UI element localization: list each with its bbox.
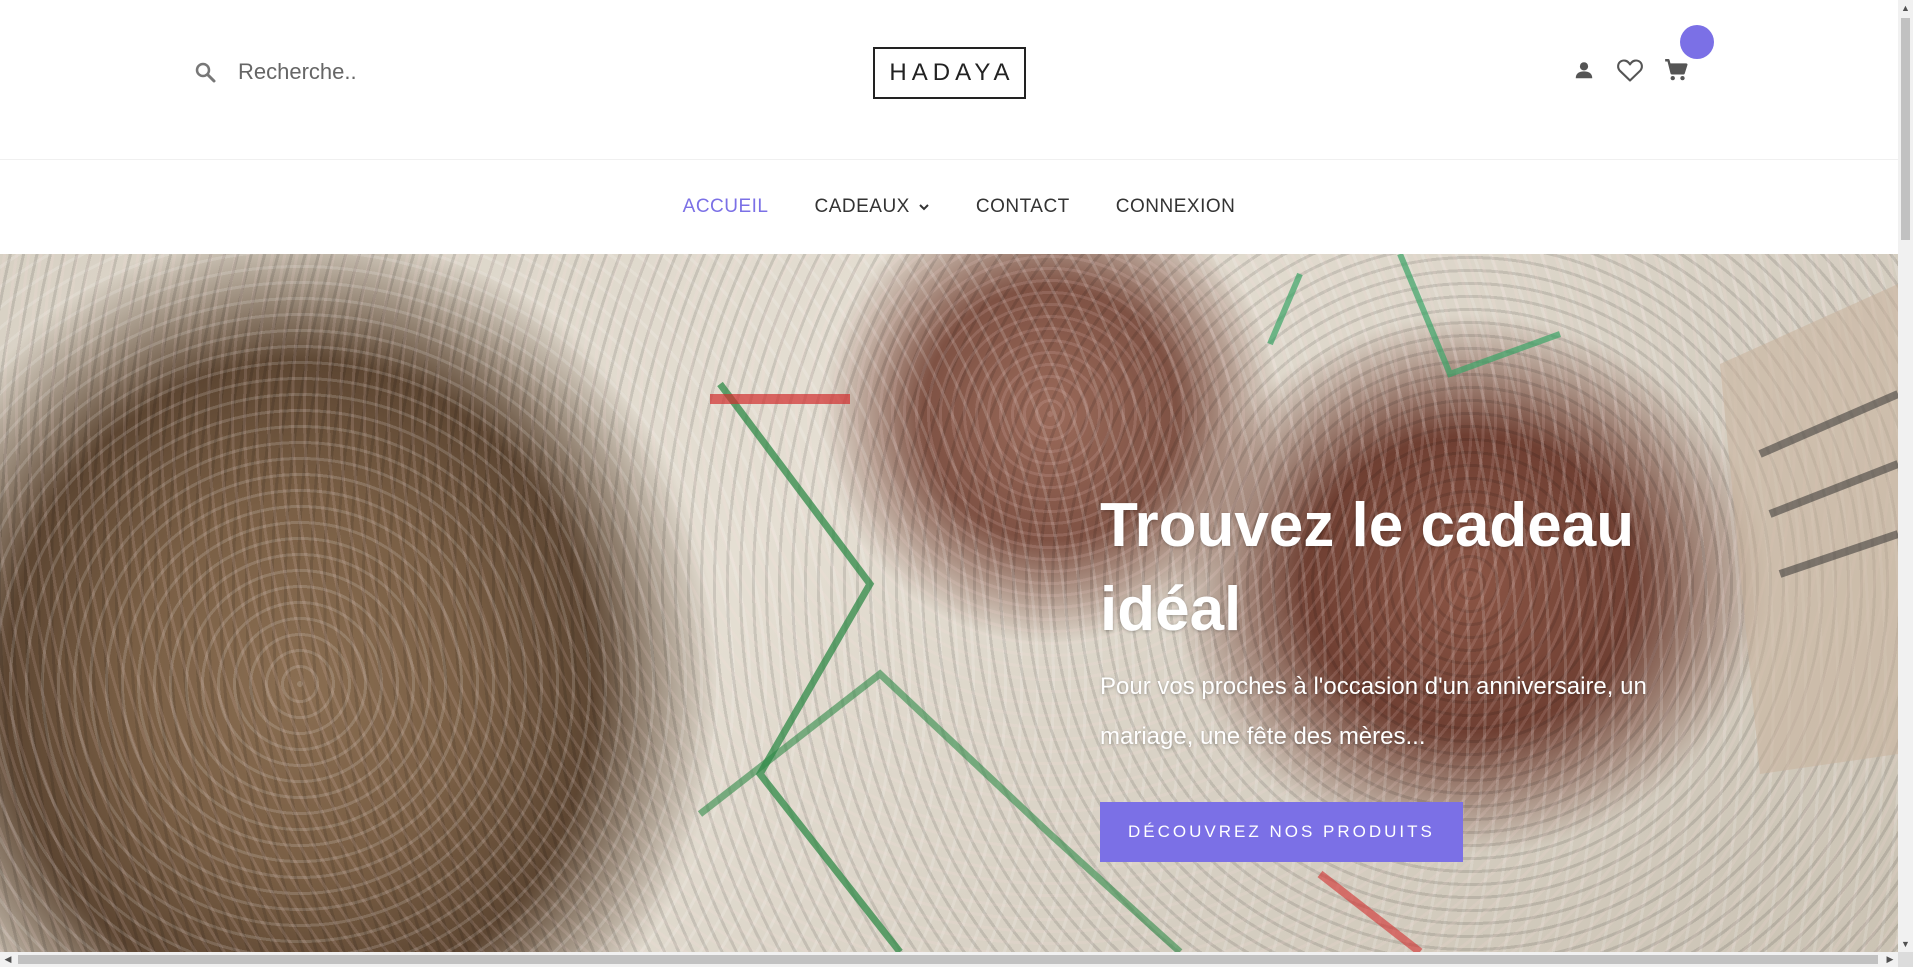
main-nav: ACCUEIL CADEAUX CONTACT CONNEXION (0, 160, 1898, 254)
scroll-up-arrow-icon[interactable]: ▲ (1898, 0, 1913, 16)
scroll-right-arrow-icon[interactable]: ▶ (1882, 952, 1898, 967)
discover-products-button[interactable]: DÉCOUVREZ NOS PRODUITS (1100, 802, 1463, 862)
search-input[interactable] (238, 59, 498, 85)
nav-item-cadeaux[interactable]: CADEAUX (815, 196, 930, 218)
hero-subtitle: Pour vos proches à l'occasion d'un anniv… (1100, 673, 1647, 750)
vertical-scrollbar[interactable]: ▲ ▼ (1898, 0, 1913, 952)
scrollbar-corner (1898, 952, 1913, 967)
nav-item-connexion[interactable]: CONNEXION (1116, 196, 1236, 218)
account-icon[interactable] (1570, 55, 1598, 85)
nav-item-accueil[interactable]: ACCUEIL (683, 196, 769, 218)
search-icon[interactable] (190, 57, 220, 87)
hero-banner: Trouvez le cadeau idéal Pour vos proches… (0, 254, 1898, 952)
chevron-down-icon (918, 196, 930, 218)
scroll-left-arrow-icon[interactable]: ◀ (0, 952, 16, 967)
horizontal-scrollbar[interactable]: ◀ ▶ (0, 952, 1898, 967)
vertical-scroll-thumb[interactable] (1901, 18, 1910, 240)
header-actions (1570, 50, 1690, 90)
page: HADAYA ACCUEIL CADEAUX CONTACT CONNEXION (0, 0, 1898, 952)
search-bar (190, 50, 498, 94)
hero-content: Trouvez le cadeau idéal Pour vos proches… (1100, 484, 1740, 862)
cart-icon[interactable] (1662, 55, 1690, 85)
site-header: HADAYA (0, 0, 1898, 160)
scroll-down-arrow-icon[interactable]: ▼ (1898, 936, 1913, 952)
cart-count-badge[interactable] (1680, 25, 1714, 59)
nav-item-contact[interactable]: CONTACT (976, 196, 1070, 218)
hero-title: Trouvez le cadeau idéal (1100, 491, 1635, 644)
heart-icon[interactable] (1616, 55, 1644, 85)
site-logo[interactable]: HADAYA (873, 47, 1026, 99)
horizontal-scroll-thumb[interactable] (18, 955, 1878, 964)
